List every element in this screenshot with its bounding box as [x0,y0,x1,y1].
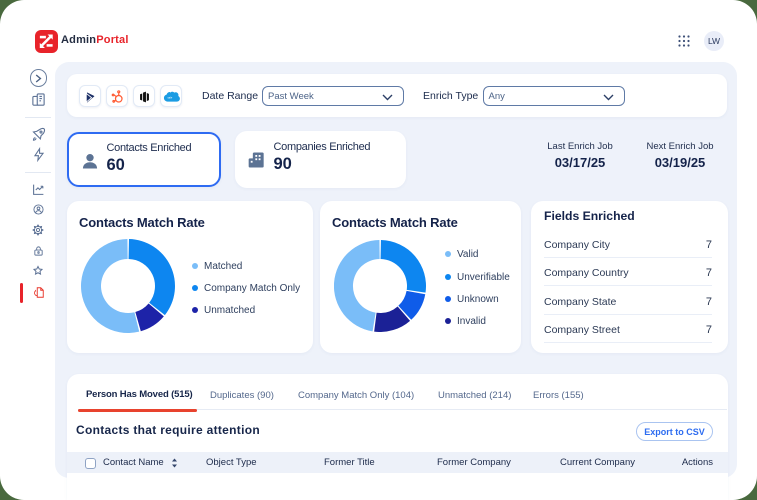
svg-text:sale: sale [167,95,172,99]
